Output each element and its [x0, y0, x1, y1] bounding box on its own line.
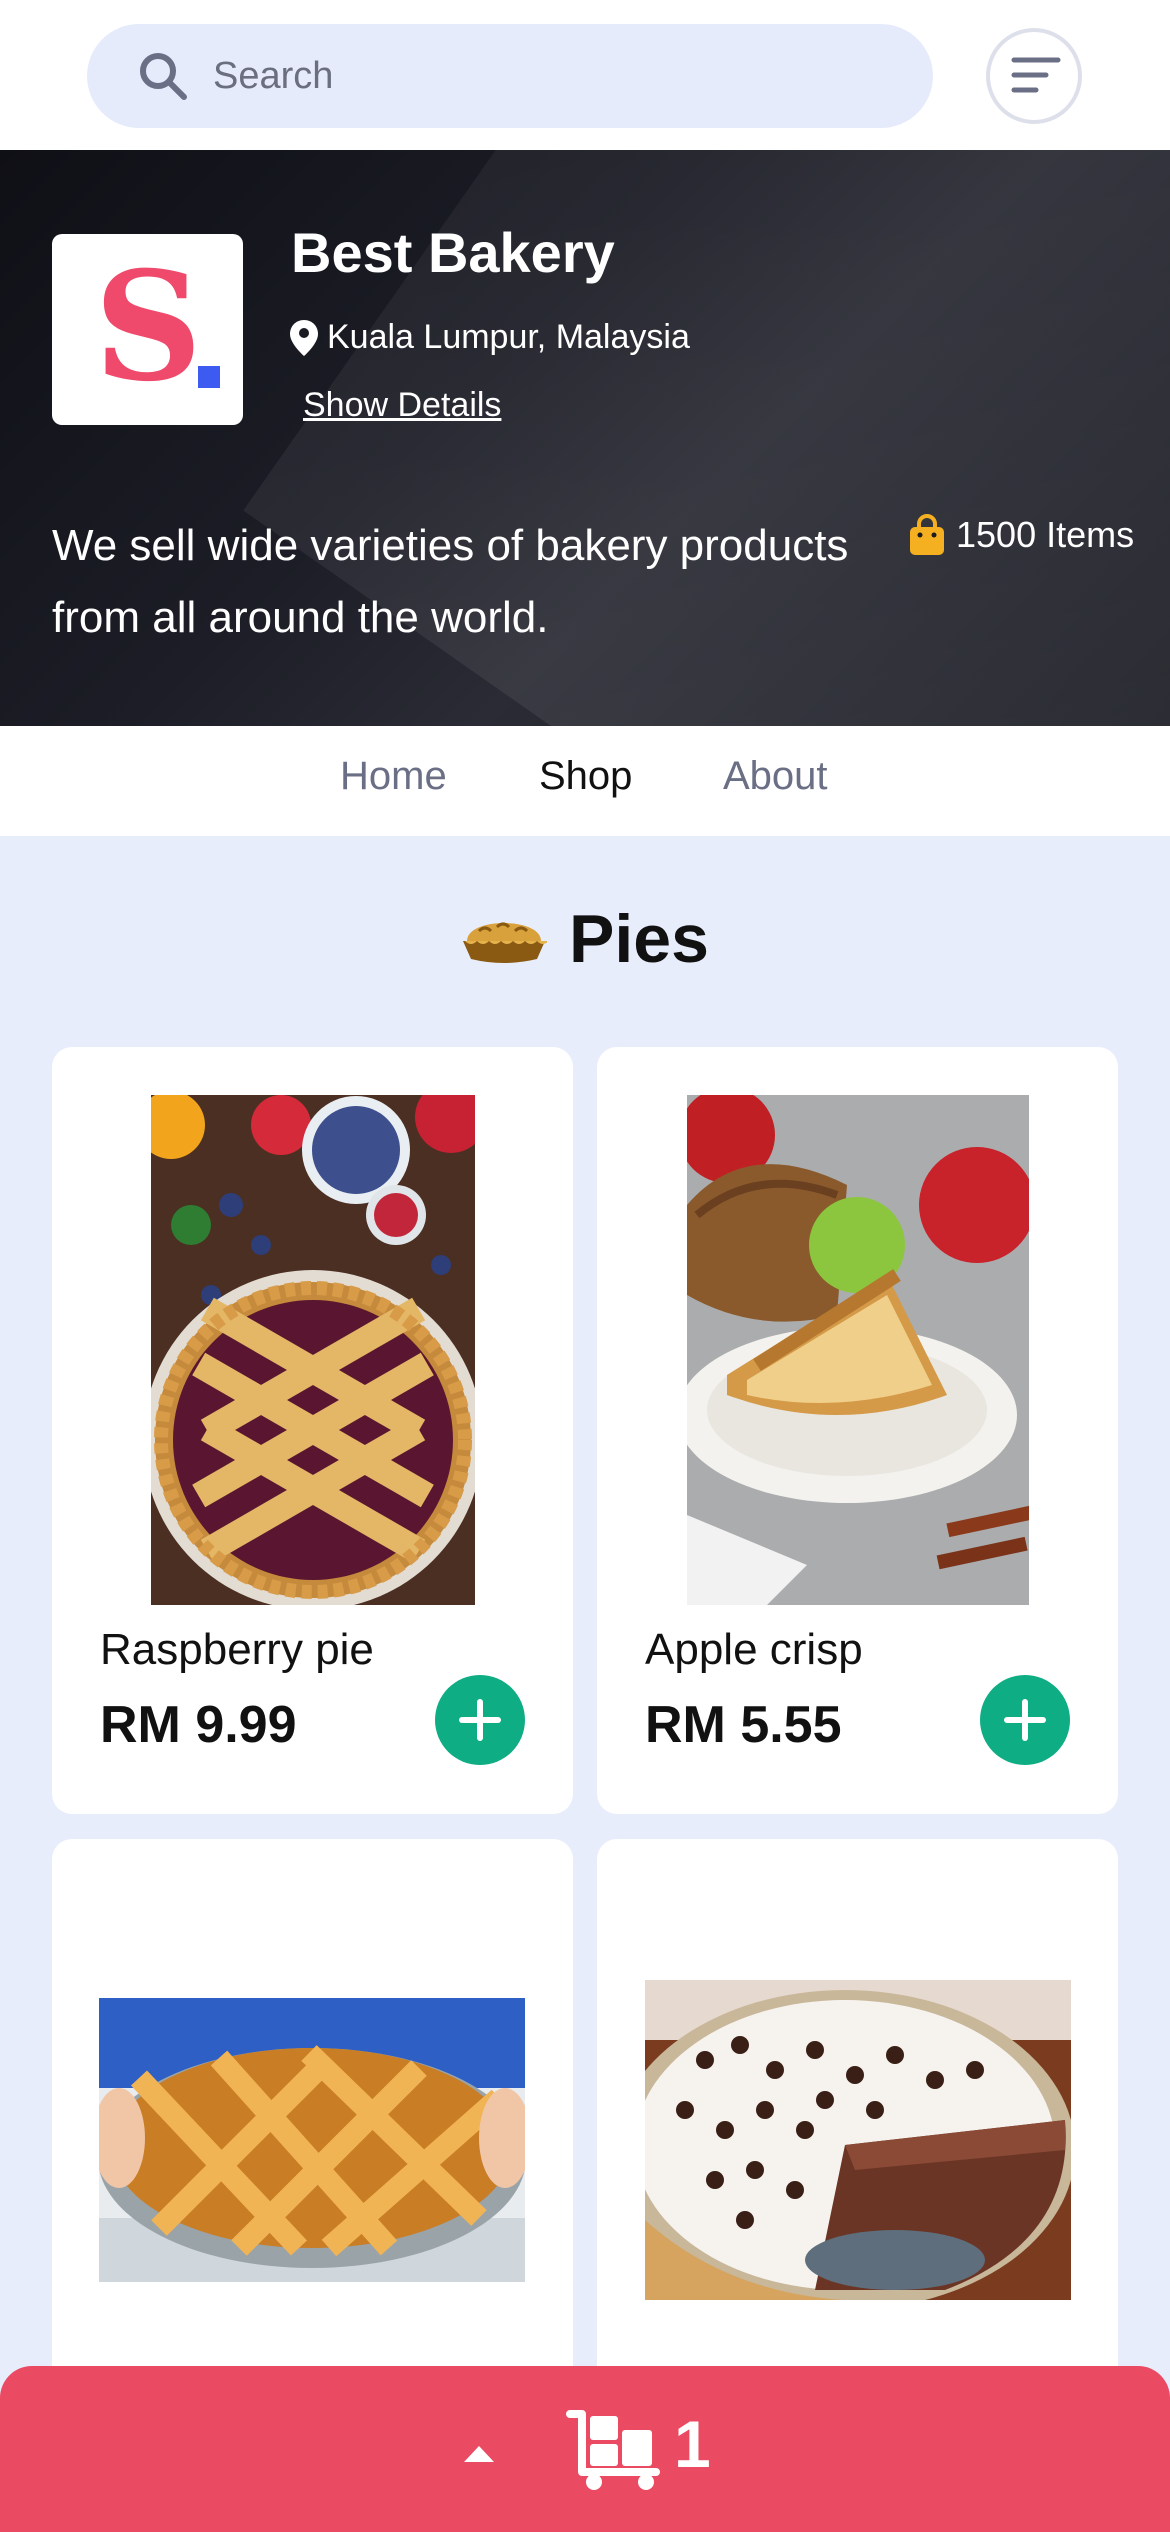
plus-icon [1004, 1699, 1046, 1741]
chevron-up-icon [464, 2446, 494, 2462]
category-header: Pies [0, 900, 1170, 978]
shop-tagline: We sell wide varieties of bakery product… [52, 521, 849, 642]
add-to-cart-button[interactable] [435, 1675, 525, 1765]
plus-icon [459, 1699, 501, 1741]
location-text: Kuala Lumpur, Malaysia [327, 318, 690, 356]
items-count: 1500 Items [908, 514, 1134, 556]
tab-shop[interactable]: Shop [539, 754, 632, 799]
product-image[interactable] [99, 1998, 525, 2282]
product-card[interactable]: Apple crisp RM 5.55 [597, 1047, 1118, 1814]
location-pin-icon [290, 319, 318, 356]
shop-name: Best Bakery [291, 221, 615, 284]
product-price: RM 5.55 [645, 1696, 842, 1754]
shop-banner: S Best Bakery Kuala Lumpur, Malaysia Sho… [0, 150, 1170, 726]
top-bar [0, 0, 1170, 150]
product-image-apple-crisp[interactable] [687, 1095, 1029, 1605]
shop-location: Kuala Lumpur, Malaysia [289, 318, 690, 357]
cart-icon [566, 2410, 660, 2490]
search-icon [140, 53, 187, 100]
show-details-link[interactable]: Show Details [303, 386, 501, 425]
shop-logo: S [52, 234, 243, 425]
search-bar[interactable] [87, 24, 933, 128]
tab-about[interactable]: About [723, 754, 828, 799]
menu-button[interactable] [986, 28, 1082, 124]
category-title: Pies [569, 901, 709, 977]
logo-dot [198, 366, 220, 388]
add-to-cart-button[interactable] [980, 1675, 1070, 1765]
product-card[interactable]: Raspberry pie RM 9.99 [52, 1047, 573, 1814]
product-image-raspberry-pie[interactable] [151, 1095, 475, 1605]
search-input[interactable] [213, 24, 893, 128]
shopping-bag-icon [910, 514, 944, 555]
pie-icon [463, 922, 548, 963]
cart-count: 1 [674, 2407, 711, 2481]
tab-home[interactable]: Home [340, 754, 447, 799]
logo-letter: S [94, 239, 203, 415]
product-name: Apple crisp [645, 1625, 863, 1674]
shop-nav: Home Shop About [0, 726, 1170, 836]
product-price: RM 9.99 [100, 1696, 297, 1754]
product-name: Raspberry pie [100, 1625, 374, 1674]
cart-bar[interactable]: 1 [0, 2366, 1170, 2532]
items-count-text: 1500 Items [956, 514, 1135, 555]
menu-icon [1011, 57, 1061, 93]
product-image[interactable] [645, 1980, 1071, 2300]
